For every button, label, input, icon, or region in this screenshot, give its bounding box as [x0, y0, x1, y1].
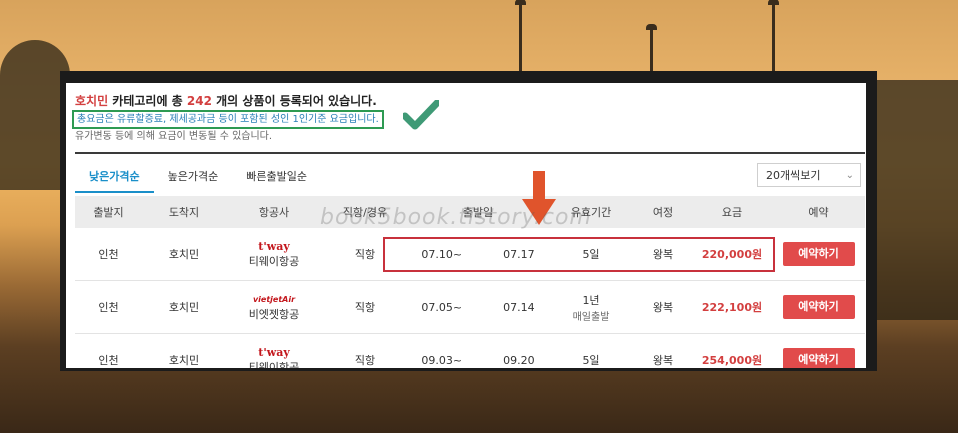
- header-trip: 여정: [634, 196, 692, 228]
- origin-cell: 인천: [75, 228, 142, 281]
- fare-note-secondary: 유가변동 등에 의해 요금이 변동될 수 있습니다.: [75, 131, 273, 142]
- fare-cell: 254,000원: [692, 333, 772, 368]
- depart-date: 07.05~: [421, 300, 463, 314]
- reserve-cell: 예약하기: [772, 333, 865, 368]
- table-row[interactable]: 인천 호치민 vietjetAir 비엣젯항공 직항 07.05~ 07.14 …: [75, 280, 865, 334]
- header-airline: 항공사: [226, 196, 322, 228]
- airline-cell: vietjetAir 비엣젯항공: [226, 280, 322, 334]
- route-cell: 직항: [322, 280, 408, 334]
- route-cell: 직항: [322, 333, 408, 368]
- origin-cell: 인천: [75, 333, 142, 368]
- validity-cell: 5일: [548, 333, 634, 368]
- reserve-button[interactable]: 예약하기: [782, 242, 855, 266]
- vietjet-logo: vietjetAir: [252, 294, 296, 304]
- background-lamp-post: [515, 0, 526, 75]
- validity-value: 5일: [582, 354, 600, 367]
- airline-name: 티웨이항공: [248, 254, 300, 268]
- airline-name: 비엣젯항공: [248, 307, 300, 321]
- section-divider: [75, 152, 865, 154]
- airline-cell: t'way 티웨이항공: [226, 333, 322, 369]
- sort-tabs: 낮은가격순 높은가격순 빠른출발일순: [75, 161, 321, 193]
- departure-cell: 09.03~ 09.20: [408, 333, 548, 368]
- destination-cell: 호치민: [142, 280, 226, 334]
- validity-cell: 1년 매일출발: [548, 280, 634, 334]
- background-trees-right: [877, 80, 958, 320]
- destination-cell: 호치민: [142, 228, 226, 281]
- result-summary: 호치민 카테고리에 총 242 개의 상품이 등록되어 있습니다.: [75, 94, 377, 108]
- depart-date: 09.03~: [421, 353, 463, 367]
- city-name: 호치민: [75, 94, 109, 108]
- table-row[interactable]: 인천 호치민 t'way 티웨이항공 직항 09.03~ 09.20 5일 왕복…: [75, 333, 865, 369]
- reserve-button[interactable]: 예약하기: [782, 295, 855, 319]
- watermark: book5book.tistory.com: [320, 205, 592, 230]
- tab-earliest-departure[interactable]: 빠른출발일순: [232, 161, 321, 193]
- header-fare: 요금: [692, 196, 772, 228]
- tab-high-price[interactable]: 높은가격순: [154, 161, 233, 193]
- validity-value: 1년: [582, 293, 600, 307]
- header-origin: 출발지: [75, 196, 142, 228]
- destination-cell: 호치민: [142, 333, 226, 368]
- highlight-box: [383, 237, 775, 272]
- origin-cell: 인천: [75, 280, 142, 334]
- return-date: 09.20: [503, 353, 535, 367]
- header-destination: 도착지: [142, 196, 226, 228]
- reserve-cell: 예약하기: [772, 228, 865, 281]
- trip-cell: 왕복: [634, 333, 692, 368]
- background-lamp-post: [646, 24, 657, 75]
- airline-cell: t'way 티웨이항공: [226, 228, 322, 281]
- reserve-button[interactable]: 예약하기: [782, 348, 855, 368]
- chevron-down-icon: ⌄: [845, 170, 854, 181]
- check-mark-icon: [403, 100, 439, 130]
- reserve-cell: 예약하기: [772, 280, 865, 334]
- validity-subtext: 매일출발: [572, 311, 610, 323]
- header-reserve: 예약: [772, 196, 865, 228]
- fare-cell: 222,100원: [692, 280, 772, 334]
- tway-logo: t'way: [258, 345, 290, 359]
- background-lamp-post: [768, 0, 779, 75]
- per-page-value: 20개씩보기: [766, 169, 821, 182]
- result-count: 242: [186, 94, 212, 108]
- tway-logo: t'way: [258, 239, 290, 253]
- return-date: 07.14: [503, 300, 535, 314]
- departure-cell: 07.05~ 07.14: [408, 280, 548, 334]
- per-page-select[interactable]: 20개씩보기 ⌄: [757, 163, 861, 187]
- trip-cell: 왕복: [634, 280, 692, 334]
- airline-name: 티웨이항공: [248, 360, 300, 369]
- tab-low-price[interactable]: 낮은가격순: [75, 161, 154, 193]
